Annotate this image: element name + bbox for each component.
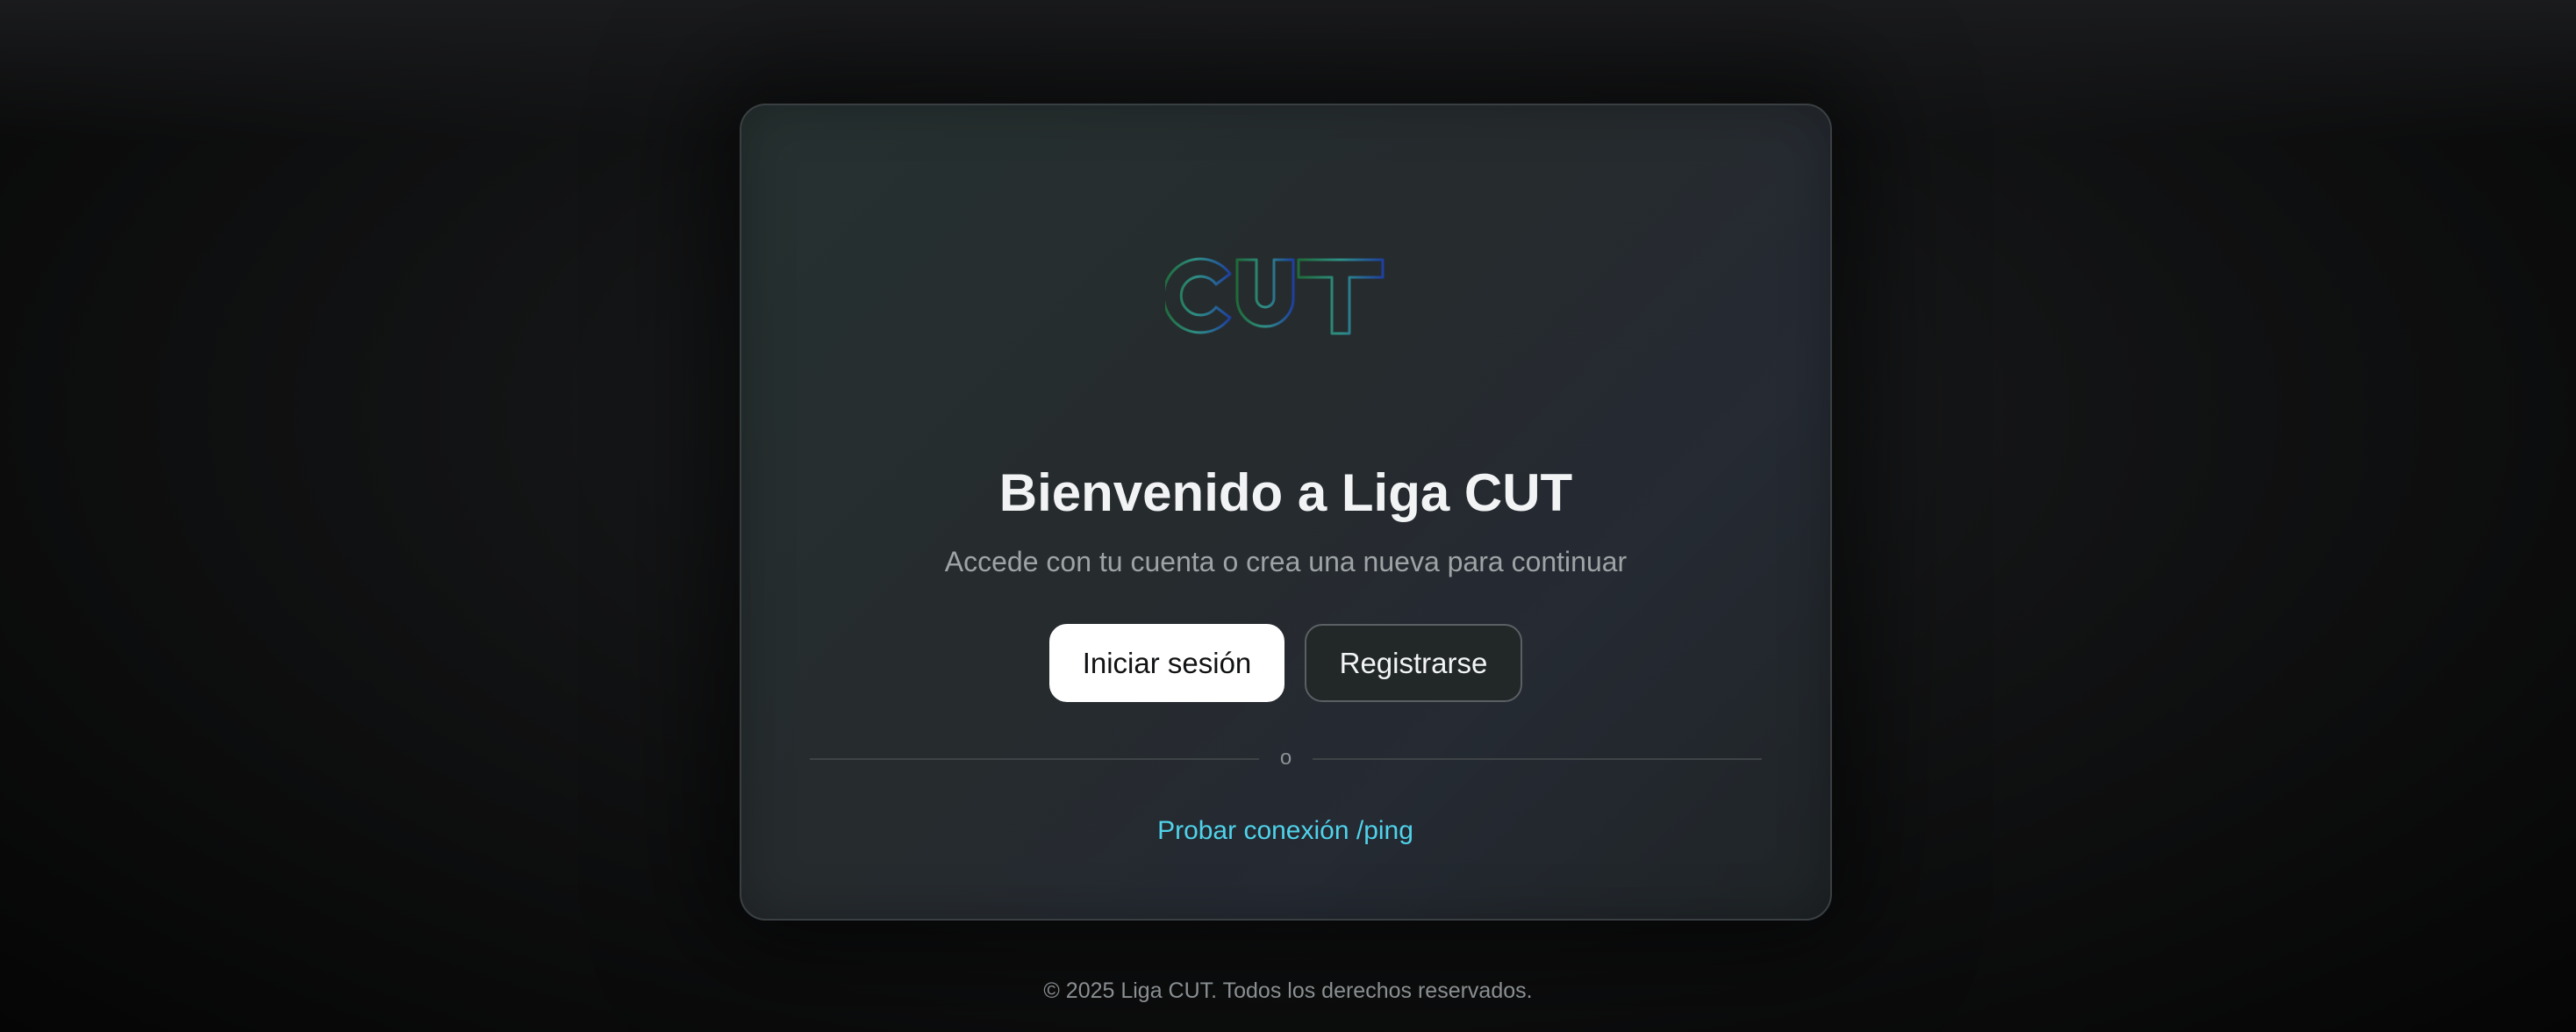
page-title: Bienvenido a Liga CUT xyxy=(998,463,1573,522)
divider-text: o xyxy=(1279,746,1292,770)
page-subtitle: Accede con tu cuenta o crea una nueva pa… xyxy=(944,546,1628,577)
logo-icon xyxy=(1165,257,1385,335)
login-button[interactable]: Iniciar sesión xyxy=(1049,624,1284,702)
divider-left xyxy=(810,758,1259,760)
register-button[interactable]: Registrarse xyxy=(1305,624,1522,702)
divider-right xyxy=(1313,758,1762,760)
footer-copyright: © 2025 Liga CUT. Todos los derechos rese… xyxy=(1043,978,1533,1003)
ping-link[interactable]: Probar conexión /ping xyxy=(1079,813,1492,849)
